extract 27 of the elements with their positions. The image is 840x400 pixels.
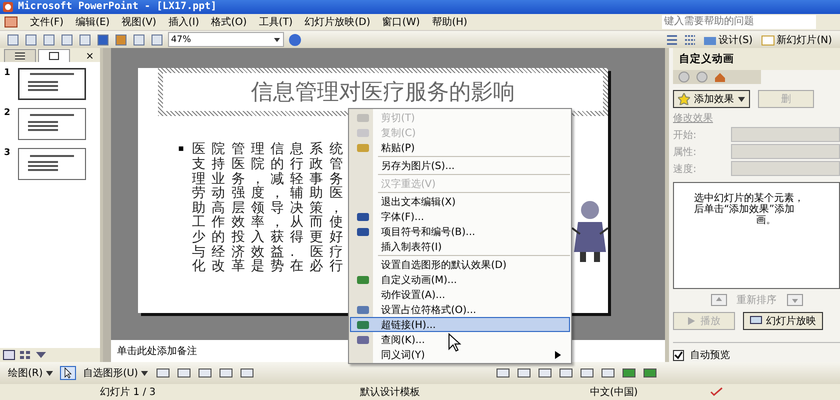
slide-number: 1 [4,68,10,78]
language-label: 中文(中国) [590,386,639,400]
design-template-label: 默认设计模板 [360,386,421,400]
body-text-line: 少的投入获得更好 [192,230,350,245]
slide-number: 3 [4,148,10,158]
bullet-mark: ▪ [178,143,184,156]
task-pane-title: 自定义动画 [673,48,840,70]
body-text-line: 与经济效益. 医疗 [192,244,350,260]
field-label: 开始: [673,128,698,142]
body-text-line: 支持医院的行政管 [192,157,350,172]
body-text-line: 理业务，减轻事务 [192,172,350,186]
body-text-line: 助高层领导决策， [192,200,350,216]
hint-text: 选中幻灯片的某个元素， [694,193,805,204]
slide-number: 2 [4,108,10,118]
body-text-line: 劳动强度，辅助医 [192,186,350,201]
hint-text: 画。 [755,215,777,226]
window-title: Microsoft PowerPoint - [LX17.ppt] [18,1,217,12]
section-heading: 修改效果 [673,112,714,126]
checkbox-label: 自动预览 [690,349,730,362]
body-text-line: 工作效率，从而使 [192,215,350,230]
hint-text: 后单击“添加效果”添加 [694,204,796,216]
reorder-label: 重新排序 [736,294,776,308]
field-label: 速度: [673,162,698,176]
body-text-line: 医院管理信息系统 [192,142,350,158]
slide-counter: 幻灯片 1 / 3 [100,386,157,400]
field-label: 属性: [673,146,698,159]
body-text-line: 化改革是势在必行 [192,259,350,274]
